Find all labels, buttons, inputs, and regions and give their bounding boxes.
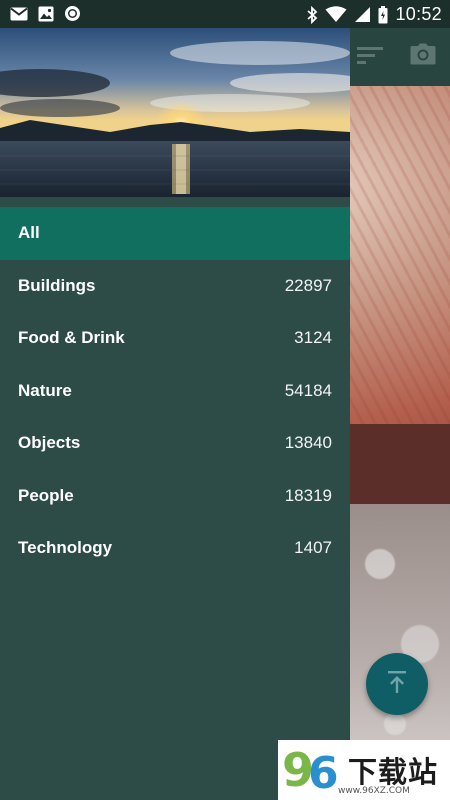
menu-item-label: Nature <box>18 380 72 400</box>
gmail-icon <box>10 7 28 21</box>
scroll-to-top-button[interactable] <box>366 653 428 715</box>
watermark-text: 下载站 <box>348 755 439 789</box>
record-icon <box>64 5 81 22</box>
status-time: 10:52 <box>395 4 442 24</box>
menu-item-label: Food & Drink <box>18 328 125 348</box>
menu-item-label: All <box>18 223 40 243</box>
scroll-to-top-icon <box>386 670 408 699</box>
menu-item-count: 22897 <box>284 275 332 295</box>
menu-item-technology[interactable]: Technology 1407 <box>0 522 350 575</box>
wifi-icon <box>325 6 347 23</box>
menu-item-count: 54184 <box>284 380 332 400</box>
menu-item-nature[interactable]: Nature 54184 <box>0 365 350 418</box>
menu-item-all[interactable]: All <box>0 207 350 260</box>
battery-icon <box>378 5 388 24</box>
menu-item-label: Technology <box>18 538 113 558</box>
menu-item-food-drink[interactable]: Food & Drink 3124 <box>0 312 350 365</box>
bluetooth-icon <box>306 5 318 24</box>
camera-icon[interactable] <box>410 43 436 70</box>
menu-item-count: 3124 <box>294 328 332 348</box>
category-menu: All Buildings 22897 Food & Drink 3124 Na… <box>0 207 350 575</box>
status-bar: 10:52 <box>0 0 450 28</box>
svg-text:6: 6 <box>308 748 339 796</box>
menu-item-count: 13840 <box>284 433 332 453</box>
menu-item-label: Buildings <box>18 275 96 295</box>
drawer-header-image <box>0 28 350 197</box>
menu-item-objects[interactable]: Objects 13840 <box>0 417 350 470</box>
watermark-logo: 9 6 <box>280 740 344 800</box>
watermark-url: www.96XZ.COM <box>338 786 410 796</box>
menu-item-buildings[interactable]: Buildings 22897 <box>0 260 350 313</box>
navigation-drawer: All Buildings 22897 Food & Drink 3124 Na… <box>0 28 350 800</box>
menu-item-count: 1407 <box>294 538 332 558</box>
sort-icon[interactable] <box>357 45 383 70</box>
menu-item-label: People <box>18 485 74 505</box>
signal-icon <box>354 6 371 23</box>
menu-item-people[interactable]: People 18319 <box>0 470 350 523</box>
menu-item-label: Objects <box>18 433 81 453</box>
menu-item-count: 18319 <box>284 485 332 505</box>
photo-icon <box>38 6 54 22</box>
watermark: 9 6 下载站 www.96XZ.COM <box>278 740 450 800</box>
